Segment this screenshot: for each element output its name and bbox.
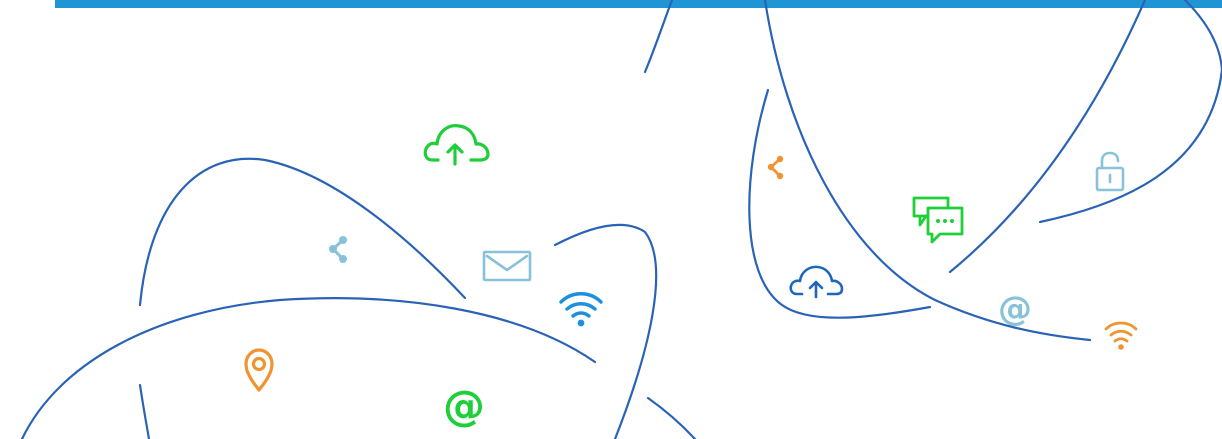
share-icon [329,236,347,263]
swoosh-curve [1038,0,1222,224]
cloud-upload-icon [423,124,490,166]
swoosh-curve [948,0,1147,274]
cloud-upload-icon [789,265,844,299]
swoosh-curve [138,383,151,439]
wifi-icon [559,292,603,327]
padlock-icon [1095,151,1125,192]
at-symbol-text: @ [443,381,485,430]
at-symbol-icon: @ [998,289,1032,329]
location-pin-icon [244,348,274,392]
swoosh-curve [553,223,658,439]
mail-icon [482,250,532,282]
network-illustration: @ @ [20,0,1222,439]
swoosh-curves [20,0,1222,439]
share-icon [767,155,784,180]
at-symbol-text: @ [998,289,1032,329]
at-symbol-icon: @ [443,381,485,430]
wifi-icon [1104,321,1138,350]
illustration-canvas: @ @ [0,0,1222,439]
swoosh-curve [20,297,597,439]
swoosh-curve [138,157,467,307]
swoosh-curve [643,0,674,74]
swoosh-curve [646,396,697,439]
chat-bubbles-icon [912,196,964,244]
swoosh-curve [763,0,1092,342]
